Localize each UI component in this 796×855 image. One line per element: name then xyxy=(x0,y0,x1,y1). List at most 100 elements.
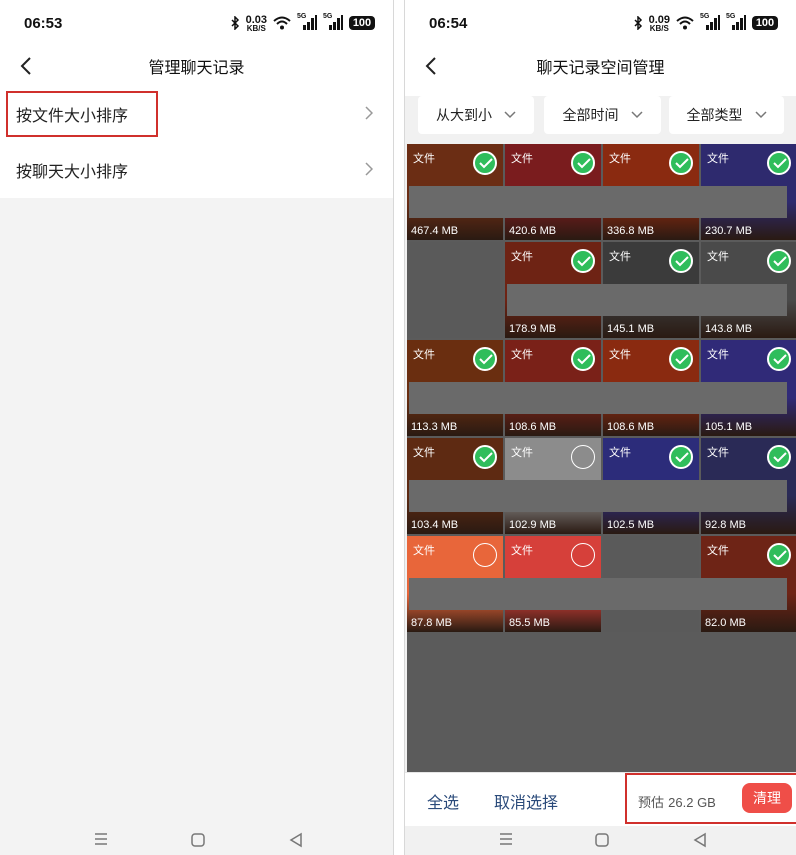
unchecked-checkbox-icon[interactable] xyxy=(571,543,595,567)
back-button[interactable] xyxy=(419,54,443,78)
cancel-selection-button[interactable]: 取消选择 xyxy=(494,789,558,813)
bluetooth-icon xyxy=(634,16,642,30)
checkmark-icon xyxy=(577,354,591,365)
back-chevron-icon xyxy=(20,57,31,75)
sort-by-file-size-item[interactable]: 按文件大小排序 xyxy=(0,86,393,142)
checked-checkbox-icon[interactable] xyxy=(767,249,791,273)
battery-icon: 100 xyxy=(752,16,778,30)
checkmark-icon xyxy=(675,256,689,267)
network-speed: 0.09 KB/S xyxy=(648,13,670,33)
checked-checkbox-icon[interactable] xyxy=(473,445,497,469)
back-chevron-icon xyxy=(425,57,436,75)
top-navigation: 聊天记录空间管理 xyxy=(405,46,796,86)
checked-checkbox-icon[interactable] xyxy=(571,151,595,175)
checked-checkbox-icon[interactable] xyxy=(767,543,791,567)
tile-file-size: 230.7 MB xyxy=(705,225,753,237)
screenshot-divider xyxy=(394,0,404,855)
tile-file-size: 420.6 MB xyxy=(509,225,557,237)
tile-file-size: 87.8 MB xyxy=(411,617,452,629)
redaction-bar xyxy=(409,480,787,512)
tile-type-label: 文件 xyxy=(707,152,729,165)
checked-checkbox-icon[interactable] xyxy=(473,151,497,175)
sort-order-filter[interactable]: 从大到小 xyxy=(418,96,534,134)
tile-type-label: 文件 xyxy=(511,544,533,557)
checkmark-icon xyxy=(479,354,493,365)
checked-checkbox-icon[interactable] xyxy=(767,445,791,469)
tile-type-label: 文件 xyxy=(609,152,631,165)
home-icon[interactable] xyxy=(190,832,206,848)
filter-label: 全部类型 xyxy=(686,108,743,124)
chevron-right-icon xyxy=(365,162,373,176)
time-range-filter[interactable]: 全部时间 xyxy=(544,96,661,134)
network-speed-value: 0.03 xyxy=(245,13,267,26)
system-navigation-bar xyxy=(405,826,796,855)
checkmark-icon xyxy=(773,158,787,169)
left-phone-screen: 06:53 0.03 KB/S 5G 5G 100 管理聊天记录 按文件大小排序… xyxy=(0,0,394,855)
tile-type-label: 文件 xyxy=(609,250,631,263)
checkmark-icon xyxy=(675,158,689,169)
back-icon[interactable] xyxy=(693,832,707,848)
back-button[interactable] xyxy=(14,54,38,78)
tile-file-size: 82.0 MB xyxy=(705,617,746,629)
bluetooth-icon xyxy=(231,16,239,30)
type-filter[interactable]: 全部类型 xyxy=(669,96,784,134)
tile-file-size: 467.4 MB xyxy=(411,225,459,237)
network-speed: 0.03 KB/S xyxy=(245,13,267,32)
checked-checkbox-icon[interactable] xyxy=(473,347,497,371)
checked-checkbox-icon[interactable] xyxy=(571,347,595,371)
filter-bar: 从大到小 全部时间 全部类型 xyxy=(405,96,796,136)
signal-network-tag-2: 5G xyxy=(726,13,736,20)
tile-file-size: 103.4 MB xyxy=(411,519,459,531)
checkmark-icon xyxy=(479,158,493,169)
wifi-icon xyxy=(273,16,291,30)
redaction-bar xyxy=(409,382,787,414)
tile-file-size: 102.5 MB xyxy=(607,519,655,531)
checked-checkbox-icon[interactable] xyxy=(669,347,693,371)
tile-type-label: 文件 xyxy=(707,348,729,361)
menu-icon[interactable] xyxy=(93,832,109,846)
tile-file-size: 85.5 MB xyxy=(509,617,550,629)
tile-file-size: 113.3 MB xyxy=(411,421,458,433)
back-icon[interactable] xyxy=(289,832,303,848)
signal-network-tag-2: 5G xyxy=(323,13,333,20)
chevron-down-icon xyxy=(754,111,767,119)
status-icons: 0.09 KB/S 5G 5G 100 xyxy=(634,13,778,33)
screenshot-stage: 06:53 0.03 KB/S 5G 5G 100 管理聊天记录 按文件大小排序… xyxy=(0,0,796,855)
network-speed-value: 0.09 xyxy=(648,13,670,26)
bottom-action-bar: 全选 取消选择 预估 26.2 GB 清理 xyxy=(405,772,796,826)
tile-file-size: 92.8 MB xyxy=(705,519,746,531)
tile-type-label: 文件 xyxy=(707,446,729,459)
tile-type-label: 文件 xyxy=(707,544,729,557)
checkmark-icon xyxy=(773,354,787,365)
tile-file-size: 102.9 MB xyxy=(509,519,557,531)
checked-checkbox-icon[interactable] xyxy=(669,445,693,469)
tile-type-label: 文件 xyxy=(511,446,533,459)
checked-checkbox-icon[interactable] xyxy=(767,151,791,175)
checked-checkbox-icon[interactable] xyxy=(571,249,595,273)
unchecked-checkbox-icon[interactable] xyxy=(571,445,595,469)
network-speed-unit: KB/S xyxy=(649,23,669,33)
file-tile[interactable] xyxy=(407,242,503,338)
checked-checkbox-icon[interactable] xyxy=(669,151,693,175)
home-icon[interactable] xyxy=(594,832,610,848)
select-all-button[interactable]: 全选 xyxy=(427,789,459,813)
tile-file-size: 105.1 MB xyxy=(705,421,753,433)
tile-type-label: 文件 xyxy=(413,544,435,557)
signal-icon: 5G xyxy=(297,13,317,31)
tile-type-label: 文件 xyxy=(511,152,533,165)
menu-icon[interactable] xyxy=(498,832,514,846)
checkmark-icon xyxy=(675,354,689,365)
checkmark-icon xyxy=(773,550,787,561)
signal-icon-2: 5G xyxy=(323,13,343,31)
status-bar: 06:53 0.03 KB/S 5G 5G 100 xyxy=(0,0,393,46)
tile-file-size: 145.1 MB xyxy=(607,323,655,335)
chevron-right-icon xyxy=(365,106,373,120)
tile-type-label: 文件 xyxy=(609,348,631,361)
highlight-box xyxy=(6,91,158,137)
checked-checkbox-icon[interactable] xyxy=(669,249,693,273)
checked-checkbox-icon[interactable] xyxy=(767,347,791,371)
checkmark-icon xyxy=(675,452,689,463)
unchecked-checkbox-icon[interactable] xyxy=(473,543,497,567)
signal-icon-2: 5G xyxy=(726,13,746,31)
sort-by-chat-size-item[interactable]: 按聊天大小排序 xyxy=(0,142,393,198)
